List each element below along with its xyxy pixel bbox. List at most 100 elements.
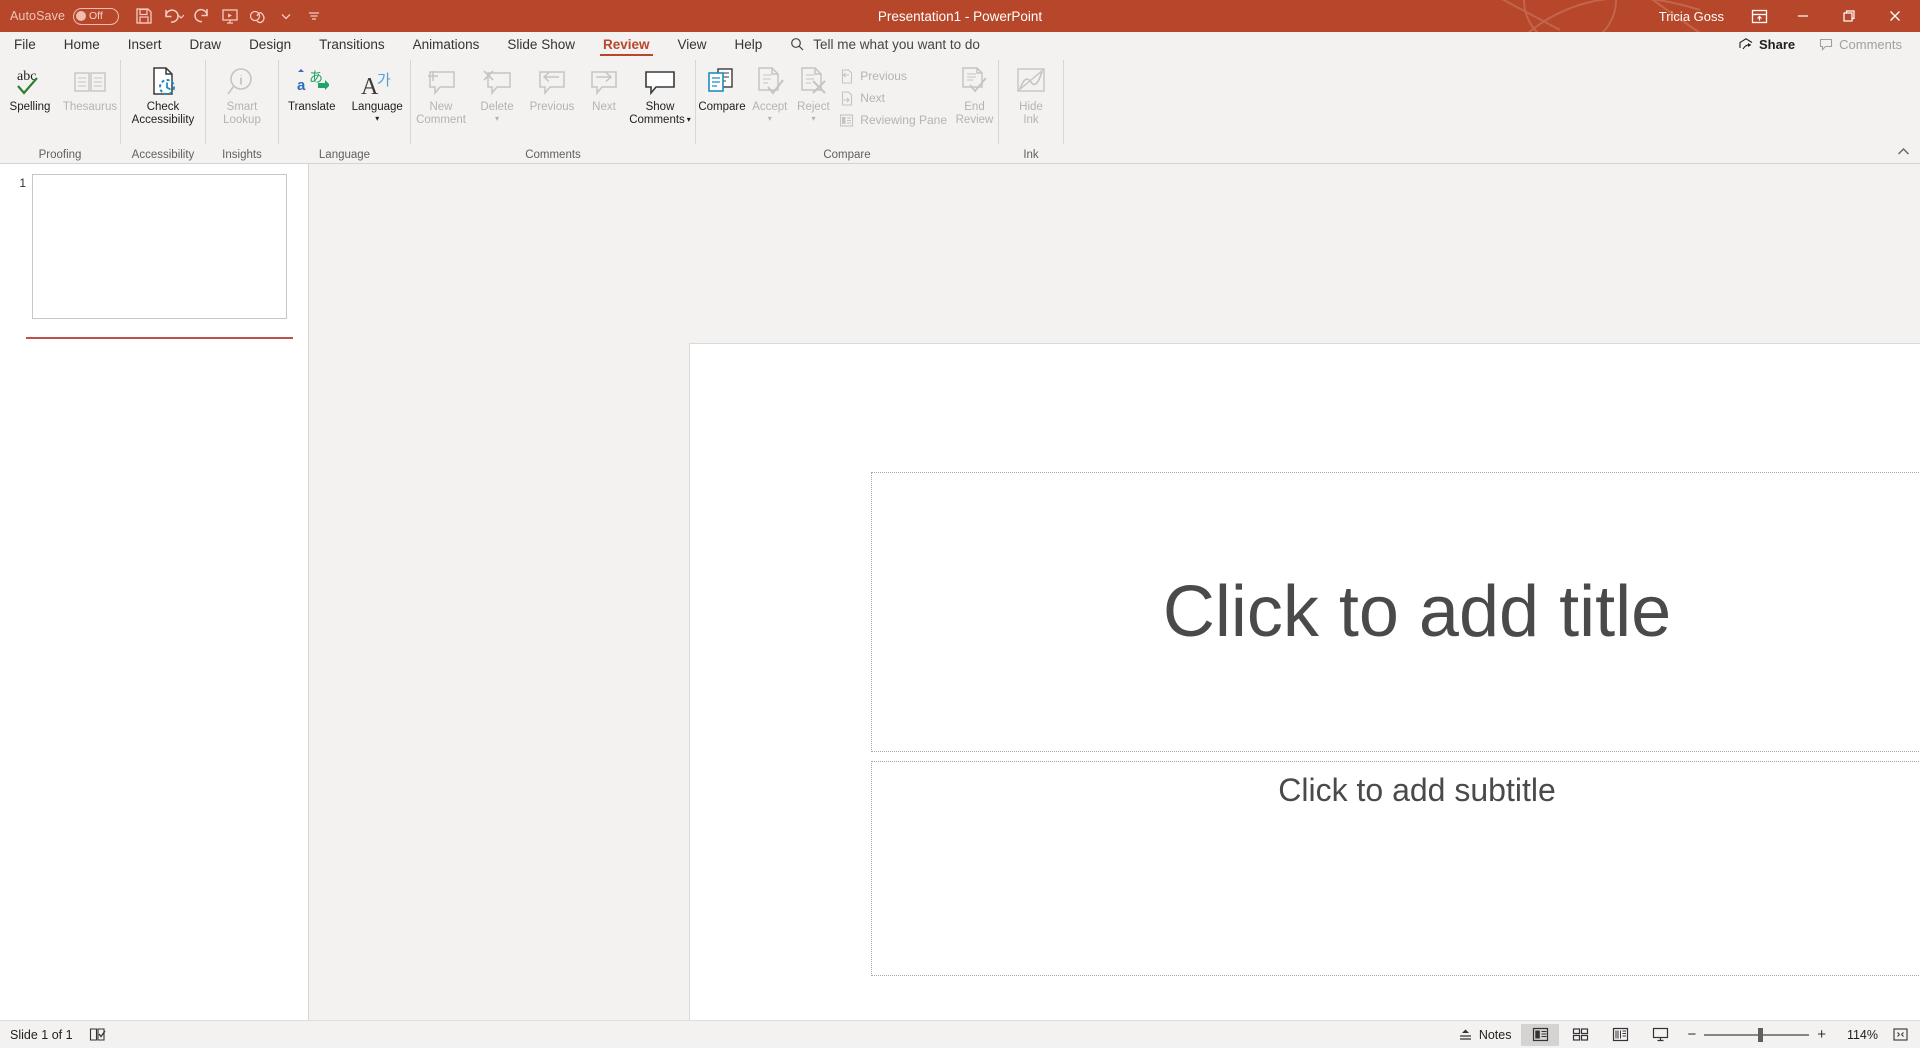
translate-button[interactable]: a あ Translate <box>279 60 345 114</box>
collapse-ribbon-button[interactable] <box>1897 146 1910 159</box>
compare-button[interactable]: Compare <box>696 60 748 114</box>
tab-bar-actions: Share Comments <box>1729 32 1920 56</box>
comments-button[interactable]: Comments <box>1809 34 1912 55</box>
slide-counter[interactable]: Slide 1 of 1 <box>10 1028 73 1042</box>
minimize-button[interactable] <box>1780 0 1826 32</box>
button-label: Accept <box>752 101 788 113</box>
smart-lookup-button: Smart Lookup <box>208 60 276 126</box>
search-icon <box>790 37 805 52</box>
button-label: Smart <box>226 101 258 113</box>
language-button[interactable]: A 가 Language ▾ <box>345 60 411 123</box>
small-button-label: Next <box>860 91 885 105</box>
status-bar-left: Slide 1 of 1 <box>0 1027 106 1042</box>
zoom-in-button[interactable]: + <box>1817 1026 1826 1043</box>
share-label: Share <box>1759 36 1796 52</box>
slide-show-button[interactable] <box>1641 1024 1679 1046</box>
account-name[interactable]: Tricia Goss <box>1659 9 1724 24</box>
hide-ink-icon <box>1015 64 1047 98</box>
subtitle-placeholder[interactable]: Click to add subtitle <box>871 761 1920 976</box>
autosave-toggle[interactable]: Off <box>73 7 120 25</box>
chevron-down-icon[interactable] <box>273 3 299 29</box>
spelling-button[interactable]: abc Spelling <box>0 60 60 114</box>
notes-label: Notes <box>1478 1027 1512 1042</box>
qat-more-icon[interactable] <box>301 3 327 29</box>
share-button[interactable]: Share <box>1729 34 1805 55</box>
button-label: Spelling <box>9 101 51 113</box>
next-comment-button: Next <box>581 60 627 114</box>
reviewing-pane-icon <box>839 113 854 128</box>
comment-x-icon <box>480 64 514 98</box>
slide-editor[interactable]: Click to add title Click to add subtitle <box>690 344 1920 1020</box>
ribbon-display-options-icon[interactable] <box>1738 0 1780 32</box>
status-bar: Slide 1 of 1 Notes − + 114% <box>0 1020 1920 1048</box>
accessibility-checker-icon[interactable] <box>89 1027 106 1042</box>
subtitle-placeholder-text: Click to add subtitle <box>1278 772 1556 808</box>
tab-label: Design <box>249 36 292 52</box>
reading-view-button[interactable] <box>1601 1024 1639 1046</box>
tab-insert[interactable]: Insert <box>114 32 176 56</box>
tab-file[interactable]: File <box>0 32 50 56</box>
previous-comment-button: Previous <box>523 60 581 114</box>
tab-help[interactable]: Help <box>721 32 777 56</box>
book-icon <box>73 64 107 98</box>
small-button-label: Previous <box>860 69 907 83</box>
group-body: Hide Ink <box>999 56 1063 147</box>
ribbon-group-comments: New Comment Delete ▾ Previous Next Show … <box>411 56 695 163</box>
zoom-slider[interactable] <box>1704 1027 1810 1042</box>
notes-button[interactable]: Notes <box>1450 1024 1520 1046</box>
next-change-button: Next <box>835 88 951 108</box>
slide-sorter-button[interactable] <box>1561 1024 1599 1046</box>
tab-review[interactable]: Review <box>589 32 664 56</box>
touch-mode-icon[interactable] <box>245 3 271 29</box>
tab-label: Draw <box>189 36 222 52</box>
group-label-proofing: Proofing <box>38 149 82 161</box>
check-accessibility-button[interactable]: Check Accessibility <box>123 60 203 126</box>
fit-slide-button[interactable] <box>1886 1024 1914 1046</box>
close-button[interactable] <box>1872 0 1918 32</box>
tab-home[interactable]: Home <box>50 32 114 56</box>
undo-icon[interactable] <box>159 3 187 29</box>
zoom-out-button[interactable]: − <box>1687 1026 1696 1043</box>
chevron-down-icon[interactable]: ▾ <box>687 116 691 124</box>
thumbnail-accent-line <box>26 337 293 339</box>
reviewing-pane-button: Reviewing Pane <box>835 110 951 130</box>
tab-animations[interactable]: Animations <box>399 32 494 56</box>
slide-thumbnail-1[interactable] <box>32 174 287 319</box>
chevron-down-icon: ▾ <box>811 113 816 123</box>
zoom-control: − + 114% <box>1681 1026 1884 1043</box>
chevron-down-icon[interactable]: ▾ <box>375 114 379 123</box>
start-from-beginning-icon[interactable] <box>217 3 243 29</box>
tell-me-search[interactable]: Tell me what you want to do <box>790 32 980 56</box>
zoom-level-label[interactable]: 114% <box>1834 1028 1878 1042</box>
button-label: Previous <box>529 101 575 113</box>
button-label-2: Lookup <box>223 113 261 126</box>
translate-icon: a あ <box>295 64 329 98</box>
tab-slide-show[interactable]: Slide Show <box>493 32 589 56</box>
ribbon-tab-bar: File Home Insert Draw Design Transitions… <box>0 32 1920 56</box>
compare-docs-icon <box>705 64 739 98</box>
tab-design[interactable]: Design <box>235 32 305 56</box>
abc-check-icon: abc <box>13 64 47 98</box>
button-label-2: Comments <box>629 113 685 126</box>
title-placeholder-text: Click to add title <box>1162 572 1672 652</box>
show-comments-button[interactable]: Show Comments ▾ <box>627 60 693 126</box>
doc-x-icon <box>797 64 829 98</box>
tab-view[interactable]: View <box>664 32 721 56</box>
title-placeholder[interactable]: Click to add title <box>871 472 1920 752</box>
redo-icon[interactable] <box>189 3 215 29</box>
end-review-button: End Review <box>951 60 998 126</box>
restore-button[interactable] <box>1826 0 1872 32</box>
svg-text:a: a <box>297 77 306 94</box>
tab-transitions[interactable]: Transitions <box>305 32 399 56</box>
previous-change-button: Previous <box>835 66 951 86</box>
zoom-slider-handle[interactable] <box>1758 1027 1764 1042</box>
svg-text:가: 가 <box>377 71 391 89</box>
tab-label: View <box>677 36 707 52</box>
tab-draw[interactable]: Draw <box>176 32 236 56</box>
tell-me-placeholder: Tell me what you want to do <box>813 36 980 52</box>
save-icon[interactable] <box>131 3 157 29</box>
normal-view-button[interactable] <box>1521 1023 1560 1046</box>
button-label: New <box>429 101 453 113</box>
group-label-language: Language <box>318 149 371 161</box>
autosave-label: AutoSave <box>10 9 66 23</box>
